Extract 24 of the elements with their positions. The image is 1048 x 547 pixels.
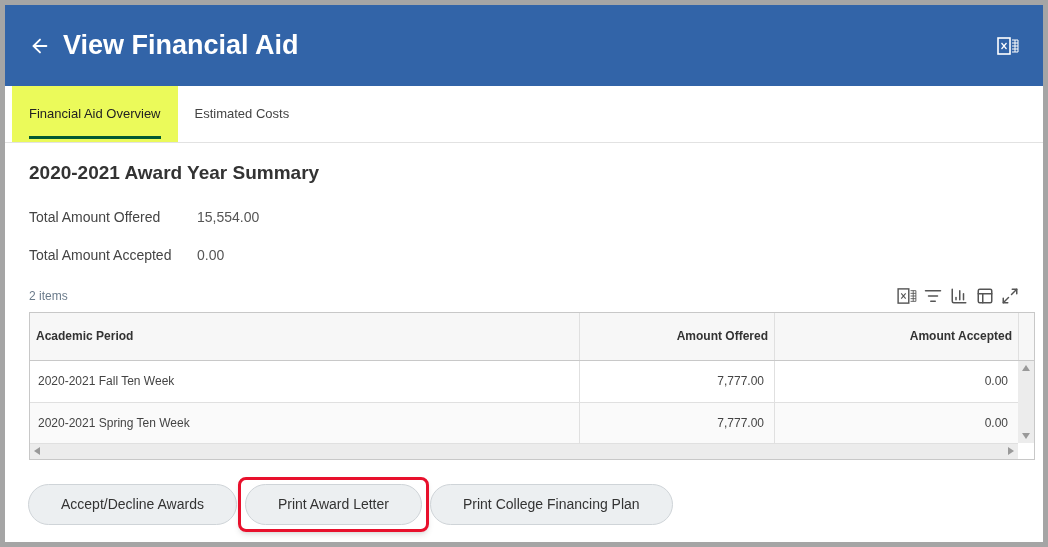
spreadsheet-icon[interactable] <box>897 287 917 304</box>
action-button[interactable]: Print College Financing Plan <box>429 483 673 525</box>
section-title: 2020-2021 Award Year Summary <box>29 161 321 185</box>
table-cell: 7,777.00 <box>579 360 774 402</box>
table-cell-text: 2020-2021 Spring Ten Week <box>37 414 191 432</box>
table-cell: 7,777.00 <box>579 402 774 443</box>
tab[interactable]: Estimated Costs <box>177 86 307 142</box>
field-label: Total Amount Offered <box>29 207 162 227</box>
action-button[interactable]: Print Award Letter <box>244 483 422 525</box>
item-count: 2 items <box>29 287 68 305</box>
column-header[interactable]: Amount Offered <box>579 312 774 360</box>
table-cell-text: 2020-2021 Fall Ten Week <box>37 373 176 390</box>
field-label: Total Amount Accepted <box>29 245 173 265</box>
bar-chart-icon[interactable] <box>949 286 969 305</box>
spreadsheet-icon[interactable] <box>997 36 1019 55</box>
page-title: View Financial Aid <box>63 29 299 63</box>
field-value: 0.00 <box>197 245 225 265</box>
expand-icon[interactable] <box>1001 286 1019 305</box>
layout-icon[interactable] <box>975 286 995 305</box>
field-value: 15,554.00 <box>197 207 260 227</box>
tab[interactable]: Financial Aid Overview <box>12 86 178 142</box>
column-header[interactable]: Amount Accepted <box>774 312 1018 360</box>
action-button[interactable]: Accept/Decline Awards <box>28 483 237 525</box>
column-header[interactable]: Academic Period <box>30 312 579 360</box>
